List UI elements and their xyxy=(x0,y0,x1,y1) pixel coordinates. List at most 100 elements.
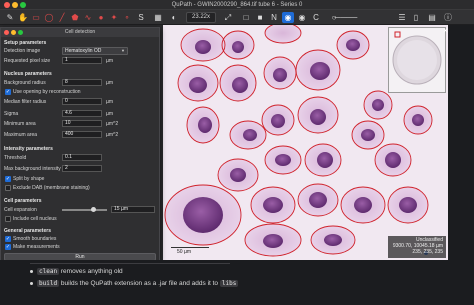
background-radius-input[interactable]: 8 xyxy=(62,79,102,86)
median-filter-label: Median filter radius xyxy=(4,99,47,105)
grid-icon[interactable]: ▦ xyxy=(152,12,164,23)
bullet-icon xyxy=(30,269,33,273)
include-nucleus-checkbox[interactable] xyxy=(5,216,11,222)
threshold-label: Threshold xyxy=(4,155,27,161)
cell-detection-dialog: Cell detection Setup parameters Detectio… xyxy=(0,27,160,261)
median-filter-unit: µm xyxy=(106,99,114,105)
cell-parameters-header[interactable]: Cell parameters xyxy=(4,198,42,204)
include-nucleus-label: Include cell nucleus xyxy=(13,216,57,222)
cell-expansion-slider-thumb[interactable] xyxy=(91,207,96,212)
title-bar: QuPath - GWIN2000290_864.tif tube 6 - Se… xyxy=(0,0,474,10)
split-by-shape-label: Split by shape xyxy=(13,176,45,182)
overview-thumbnail[interactable] xyxy=(388,27,446,93)
cursor-info: Unclassified 9300.70, 10045.18 µm 235, 2… xyxy=(388,236,446,258)
clean-description: removes anything old xyxy=(59,268,123,275)
divider xyxy=(30,263,230,264)
selection-mode-icon[interactable]: S xyxy=(135,12,147,23)
make-measurements-checkbox[interactable]: ✓ xyxy=(5,244,11,250)
pixel-classification-icon[interactable]: C xyxy=(310,12,322,23)
libs-code: libs xyxy=(219,280,239,287)
maximum-area-label: Maximum area xyxy=(4,132,38,138)
split-by-shape-checkbox[interactable]: ✓ xyxy=(5,176,11,182)
nucleus-parameters-header[interactable]: Nucleus parameters xyxy=(4,71,52,77)
dialog-title: Cell detection xyxy=(64,29,96,35)
detection-image-select[interactable]: Hematoxylin OD ▼ xyxy=(62,47,128,55)
pixel-size-label: Requested pixel size xyxy=(4,58,51,64)
script-editor-icon[interactable]: ▯ xyxy=(410,12,422,23)
polygon-tool-icon[interactable]: ⬟ xyxy=(69,12,81,23)
scale-bar-label: 50 µm xyxy=(177,249,191,255)
median-filter-input[interactable]: 0 xyxy=(62,98,102,105)
detection-image-value: Hematoxylin OD xyxy=(65,48,102,54)
zoom-fit-icon[interactable]: ⤢ xyxy=(222,12,234,23)
intensity-parameters-header[interactable]: Intensity parameters xyxy=(4,146,53,152)
brightness-contrast-icon[interactable]: ◐ xyxy=(168,12,180,23)
rectangle-tool-icon[interactable]: ▭ xyxy=(30,12,42,23)
chevron-down-icon: ▼ xyxy=(121,48,125,53)
image-viewer[interactable]: 50 µm Unclassified 9300.70, 10045.18 µm … xyxy=(163,25,448,260)
smooth-boundaries-label: Smooth boundaries xyxy=(13,236,57,242)
pointer-tool-icon[interactable]: ✎ xyxy=(4,12,16,23)
minimum-area-label: Minimum area xyxy=(4,121,36,127)
maximum-area-unit: µm^2 xyxy=(106,132,119,138)
general-parameters-header[interactable]: General parameters xyxy=(4,228,51,234)
dialog-maximize-button[interactable] xyxy=(18,30,23,35)
detection-image-label: Detection image xyxy=(4,48,41,54)
smooth-boundaries-checkbox[interactable]: ✓ xyxy=(5,236,11,242)
cell-expansion-label: Cell expansion xyxy=(4,207,37,213)
documentation-area: clean removes anything old build builds … xyxy=(0,260,474,305)
move-tool-icon[interactable]: ✋ xyxy=(17,12,29,23)
pixel-size-unit: µm xyxy=(106,58,114,64)
cursor-pixel-value: 235, 235, 235 xyxy=(412,249,443,255)
cell-expansion-slider[interactable] xyxy=(62,209,107,211)
line-tool-icon[interactable]: ╱ xyxy=(56,12,68,23)
maximum-area-input[interactable]: 400 xyxy=(62,131,102,138)
setup-parameters-header[interactable]: Setup parameters xyxy=(4,40,46,46)
docs-line-build: build builds the QuPath extension as a .… xyxy=(30,279,239,289)
docs-line-clean: clean removes anything old xyxy=(30,267,123,277)
fill-annotations-icon[interactable]: ■ xyxy=(254,12,266,23)
minimum-area-input[interactable]: 10 xyxy=(62,120,102,127)
opening-reconstruction-checkbox[interactable]: ✓ xyxy=(5,89,11,95)
dialog-minimize-button[interactable] xyxy=(11,30,16,35)
background-radius-unit: µm xyxy=(106,80,114,86)
ellipse-tool-icon[interactable]: ◯ xyxy=(43,12,55,23)
right-margin xyxy=(448,25,474,260)
dialog-close-button[interactable] xyxy=(4,30,9,35)
pixel-size-input[interactable]: 1 xyxy=(62,57,102,64)
fill-detections-icon[interactable]: ◉ xyxy=(296,12,308,23)
show-names-icon[interactable]: N xyxy=(268,12,280,23)
threshold-input[interactable]: 0.1 xyxy=(62,154,102,161)
wand-tool-icon[interactable]: ✦ xyxy=(108,12,120,23)
brush-tool-icon[interactable]: ● xyxy=(95,12,107,23)
points-tool-icon[interactable]: ∘ xyxy=(121,12,133,23)
clean-code: clean xyxy=(37,268,60,275)
minimum-area-unit: µm^2 xyxy=(106,121,119,127)
show-annotations-icon[interactable]: □ xyxy=(240,12,252,23)
sigma-input[interactable]: 4.6 xyxy=(62,110,102,117)
sigma-unit: µm xyxy=(106,111,114,117)
exclude-dab-label: Exclude DAB (membrane staining) xyxy=(13,185,90,191)
show-detections-icon[interactable]: ◉ xyxy=(282,12,294,23)
background-radius-label: Background radius xyxy=(4,80,46,86)
log-icon[interactable]: ▤ xyxy=(426,12,438,23)
info-icon[interactable]: ⓘ xyxy=(442,12,454,23)
sigma-label: Sigma xyxy=(4,111,19,117)
screen: QuPath - GWIN2000290_864.tif tube 6 - Se… xyxy=(0,0,474,305)
build-description: builds the QuPath extension as a .jar fi… xyxy=(59,280,220,287)
toolbar: ✎ ✋ ▭ ◯ ╱ ⬟ ∿ ● ✦ ∘ S ▦ ◐ 23.22x ⤢ □ ■ N… xyxy=(0,10,474,25)
build-code: build xyxy=(37,280,60,287)
make-measurements-label: Make measurements xyxy=(13,244,60,250)
measurement-table-icon[interactable]: ☰ xyxy=(396,12,408,23)
cell-expansion-input[interactable]: 15 µm xyxy=(111,206,155,213)
exclude-dab-checkbox[interactable] xyxy=(5,185,11,191)
scale-bar xyxy=(171,247,209,248)
overlay-opacity-slider[interactable]: ──── xyxy=(335,12,358,23)
window-title: QuPath - GWIN2000290_864.tif tube 6 - Se… xyxy=(171,2,303,8)
polyline-tool-icon[interactable]: ∿ xyxy=(82,12,94,23)
bullet-icon xyxy=(30,281,33,285)
dialog-title-bar: Cell detection xyxy=(1,28,159,37)
max-background-input[interactable]: 2 xyxy=(62,165,102,172)
zoom-level[interactable]: 23.22x xyxy=(186,12,216,23)
close-icon[interactable]: ✕ xyxy=(441,27,450,36)
